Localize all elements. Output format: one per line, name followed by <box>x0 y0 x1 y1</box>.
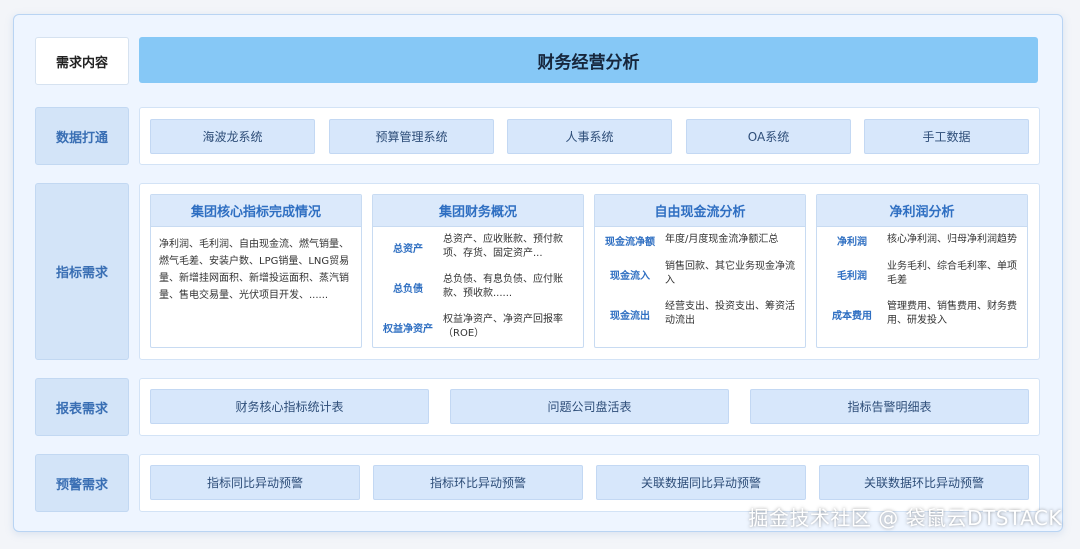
warning-box: 指标同比异动预警 <box>150 465 360 500</box>
card-body: 净利润、毛利润、自由现金流、燃气销量、燃气毛差、安装户数、LPG销量、LNG贸易… <box>159 239 350 301</box>
card-title: 集团财务概况 <box>373 195 583 227</box>
system-box: OA系统 <box>686 119 851 154</box>
kv-key: 总资产 <box>393 244 423 255</box>
kv-value: 核心净利润、归母净利润趋势 <box>887 234 1017 245</box>
kv-value: 总负债、有息负债、应付账款、预收款...... <box>443 274 563 299</box>
warning-box: 关联数据环比异动预警 <box>819 465 1029 500</box>
card-title: 净利润分析 <box>817 195 1027 227</box>
kv-value: 业务毛利、综合毛利率、单项毛差 <box>887 261 1017 286</box>
kv-key: 净利润 <box>837 237 867 248</box>
row-label-indicator: 指标需求 <box>35 183 129 360</box>
card-title: 自由现金流分析 <box>595 195 805 227</box>
card-core-indicators: 集团核心指标完成情况 净利润、毛利润、自由现金流、燃气销量、燃气毛差、安装户数、… <box>150 194 362 348</box>
kv-value: 管理费用、销售费用、财务费用、研发投入 <box>887 301 1017 326</box>
card-net-profit: 净利润分析 净利润 核心净利润、归母净利润趋势 毛利润 业务毛利、综合毛利率、单… <box>816 194 1028 348</box>
system-box: 海波龙系统 <box>150 119 315 154</box>
warning-box: 关联数据同比异动预警 <box>596 465 806 500</box>
watermark: 掘金技术社区 @ 袋鼠云DTSTACK <box>748 506 1062 530</box>
kv-value: 年度/月度现金流净额汇总 <box>665 234 779 245</box>
row-label-warning: 预警需求 <box>35 454 129 512</box>
kv-value: 权益净资产、净资产回报率（ROE） <box>443 314 563 339</box>
kv-key: 现金流出 <box>610 311 650 322</box>
system-box: 预算管理系统 <box>329 119 494 154</box>
kv-value: 销售回款、其它业务现金净流入 <box>665 261 795 286</box>
row-label-content: 需求内容 <box>35 37 129 85</box>
system-box: 人事系统 <box>507 119 672 154</box>
kv-key: 现金流入 <box>610 271 650 282</box>
kv-key: 毛利润 <box>837 271 867 282</box>
report-box: 财务核心指标统计表 <box>150 389 429 424</box>
warning-box: 指标环比异动预警 <box>373 465 583 500</box>
kv-key: 成本费用 <box>832 311 872 322</box>
row-label-report: 报表需求 <box>35 378 129 436</box>
card-cashflow: 自由现金流分析 现金流净额 年度/月度现金流净额汇总 现金流入 销售回款、其它业… <box>594 194 806 348</box>
kv-key: 权益净资产 <box>383 324 433 335</box>
report-box: 指标告警明细表 <box>750 389 1029 424</box>
kv-key: 总负债 <box>393 284 423 295</box>
system-box: 手工数据 <box>864 119 1029 154</box>
row-label-data: 数据打通 <box>35 107 129 165</box>
report-box: 问题公司盘活表 <box>450 389 729 424</box>
kv-value: 经营支出、投资支出、筹资活动流出 <box>665 301 795 326</box>
card-title: 集团核心指标完成情况 <box>151 195 361 227</box>
kv-value: 总资产、应收账款、预付款项、存货、固定资产... <box>443 234 563 259</box>
kv-key: 现金流净额 <box>605 237 655 248</box>
card-financial-overview: 集团财务概况 总资产 总资产、应收账款、预付款项、存货、固定资产... 总负债 … <box>372 194 584 348</box>
diagram-title: 财务经营分析 <box>139 37 1038 83</box>
